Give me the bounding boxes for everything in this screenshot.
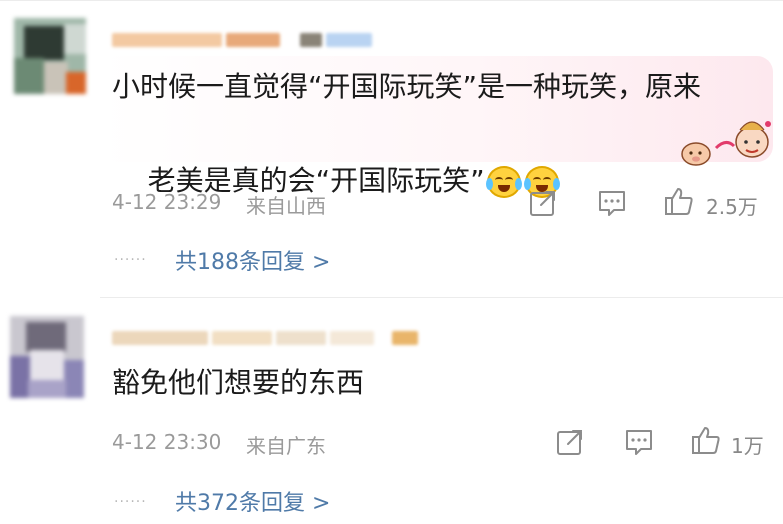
comment-location: 来自广东 (246, 434, 326, 458)
reply-dots: ······ (114, 252, 147, 268)
like-count: 1万 (731, 434, 764, 458)
comment-button[interactable] (597, 188, 627, 218)
username[interactable] (112, 328, 418, 348)
comment-divider (100, 297, 783, 298)
crying-laughing-emoji (485, 166, 522, 198)
like-button[interactable] (691, 425, 721, 455)
like-icon (665, 188, 693, 215)
comment-date: 4-12 23:29 (112, 190, 222, 214)
comment-button[interactable] (624, 427, 654, 457)
view-replies-link[interactable]: 共188条回复 > (175, 244, 330, 276)
share-icon (557, 430, 582, 455)
username[interactable] (112, 30, 372, 50)
like-count: 2.5万 (706, 195, 758, 219)
top-divider (0, 0, 783, 1)
avatar[interactable] (14, 18, 86, 94)
comment-text-line-1: 豁免他们想要的东西 (112, 366, 365, 399)
comment-text-line-1: 小时候一直觉得“开国际玩笑”是一种玩笑，原来 (112, 70, 702, 103)
share-button[interactable] (528, 188, 558, 218)
like-button[interactable] (664, 186, 694, 216)
like-icon (692, 427, 720, 454)
reply-dots: ······ (114, 494, 147, 510)
cartoon-pig-sticker-icon (681, 121, 771, 166)
comment-date: 4-12 23:30 (112, 430, 222, 454)
comment-icon (626, 430, 652, 455)
comment-icon (599, 191, 625, 216)
view-replies-link[interactable]: 共372条回复 > (175, 485, 330, 517)
avatar[interactable] (10, 316, 84, 398)
comment-text-line-2-wrapper: 老美是真的会“开国际玩笑” (112, 107, 560, 254)
comment-location: 来自山西 (246, 194, 326, 218)
share-icon (530, 191, 555, 216)
share-button[interactable] (555, 427, 585, 457)
